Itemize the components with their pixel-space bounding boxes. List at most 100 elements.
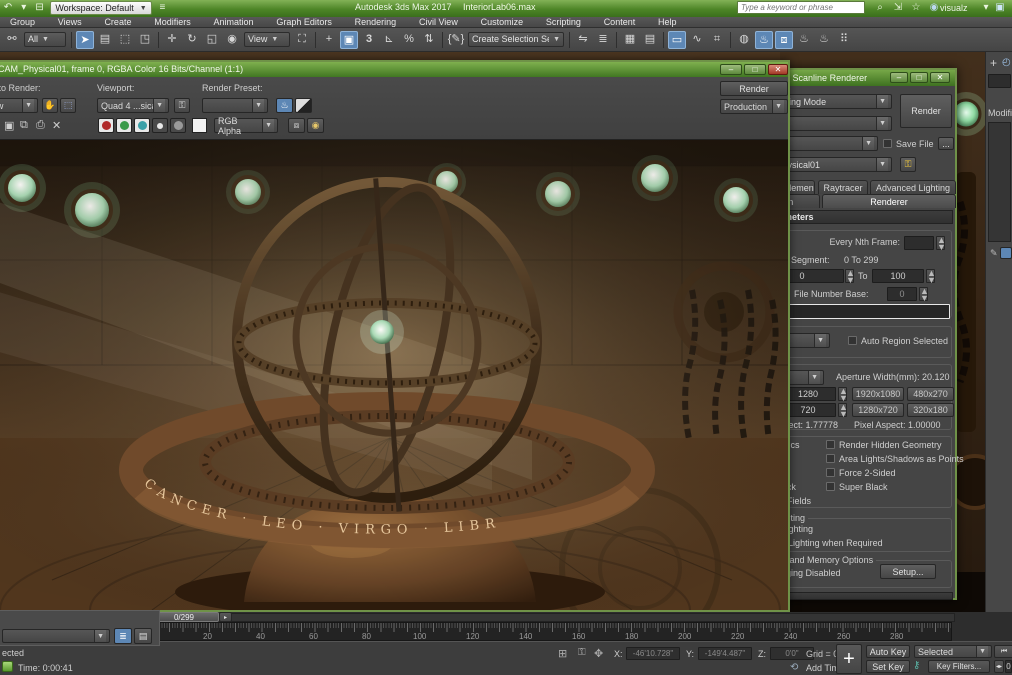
time-tag-icon[interactable]: ⟲ <box>790 662 798 673</box>
bitmap-setup-button[interactable]: Setup... <box>880 564 936 579</box>
selection-set-dropdown[interactable]: Selected ▼ <box>914 645 992 658</box>
file-number-base-spinner[interactable]: ▲ ▼ <box>919 287 929 303</box>
object-name-field[interactable] <box>988 74 1011 88</box>
selection-lock-icon[interactable]: ⚿ <box>578 647 586 658</box>
mirror-icon[interactable]: ⇋ <box>574 31 592 49</box>
select-by-name-icon[interactable]: ▤ <box>96 31 114 49</box>
time-slider-track[interactable] <box>110 613 955 622</box>
size-1280x720-button[interactable]: 1280x720 <box>852 403 904 417</box>
select-and-move-icon[interactable]: ✛ <box>163 31 181 49</box>
every-nth-frame-field[interactable] <box>904 236 934 250</box>
layer-manager-icon[interactable]: ▦ <box>621 31 639 49</box>
rfw-titlebar[interactable]: CAM_Physical01, frame 0, RGBA Color 16 B… <box>0 62 788 77</box>
align-icon[interactable]: ≣ <box>594 31 612 49</box>
auto-region-checkbox[interactable] <box>848 336 857 345</box>
tab-raytracer[interactable]: Raytracer <box>818 180 868 194</box>
edit-named-selections-icon[interactable]: {✎} <box>447 31 465 49</box>
snapshot-icon[interactable]: ◉ <box>307 118 324 133</box>
auto-region-icon[interactable]: ⬚ <box>60 98 76 113</box>
close-icon[interactable]: ✕ <box>930 72 950 83</box>
tab-renderer[interactable]: Renderer <box>822 194 956 208</box>
alpha-channel-button[interactable] <box>152 118 168 133</box>
select-and-rotate-icon[interactable]: ↻ <box>183 31 201 49</box>
width-spinner[interactable]: ▲ ▼ <box>838 387 848 403</box>
search-input[interactable] <box>737 1 865 14</box>
selection-region-icon[interactable]: ⬚ <box>116 31 134 49</box>
x-field[interactable]: -46'10.728" <box>626 647 680 660</box>
red-channel-button[interactable] <box>98 118 114 133</box>
select-object-icon[interactable]: ➤ <box>76 30 94 49</box>
viewport-dropdown[interactable]: Quad 4 ...sical01▼ <box>97 98 169 113</box>
render-settings-teapot-icon[interactable]: ♨ <box>276 98 293 113</box>
auto-key-button[interactable]: Auto Key <box>866 645 910 658</box>
rfw-minimize-button[interactable]: – <box>720 64 742 75</box>
set-key-button[interactable]: Set Key <box>866 660 910 673</box>
track-bar-ruler[interactable]: 20 40 60 80 100 120 140 160 180 200 220 … <box>132 622 952 641</box>
minimize-button[interactable]: – <box>890 72 908 83</box>
lock-view-icon[interactable]: ⚿ <box>900 157 916 172</box>
absolute-mode-icon[interactable]: ✥ <box>594 647 603 660</box>
rendered-frame-window-icon[interactable]: ⧈ <box>775 30 793 49</box>
channel-display-dropdown[interactable]: RGB Alpha ▼ <box>214 116 278 136</box>
spinner-snap-icon[interactable]: ⇅ <box>420 31 438 49</box>
range-to-field[interactable]: 100 <box>872 269 924 283</box>
selection-filter-dropdown[interactable]: All ▼ <box>24 32 66 47</box>
menu-help[interactable]: Help <box>648 17 687 28</box>
clone-image-icon[interactable]: ⧉ <box>20 119 28 132</box>
menu-group[interactable]: Group <box>0 17 45 28</box>
curve-editor-icon[interactable]: ∿ <box>688 31 706 49</box>
blue-channel-button[interactable] <box>134 118 150 133</box>
select-manipulate-icon[interactable]: ▣ <box>340 30 358 49</box>
schematic-view-icon[interactable]: ⌗ <box>708 31 726 49</box>
modifier-list-label[interactable]: Modifier List <box>988 108 1012 118</box>
select-and-scale-icon[interactable]: ◱ <box>203 31 221 49</box>
material-editor-icon[interactable]: ◍ <box>735 31 753 49</box>
monochrome-button[interactable] <box>170 118 186 133</box>
window-crossing-icon[interactable]: ◳ <box>136 31 154 49</box>
frame-spinner[interactable]: ◂▸ <box>994 660 1004 673</box>
open-file-icon[interactable]: ⊟ <box>32 0 48 15</box>
environment-toggle-icon[interactable] <box>295 98 312 113</box>
menu-animation[interactable]: Animation <box>204 17 264 28</box>
select-and-place-icon[interactable]: ◉ <box>223 31 241 49</box>
modifier-stack[interactable] <box>988 122 1011 242</box>
reference-coordinate-dropdown[interactable]: View ▼ <box>244 32 290 47</box>
file-number-base-field[interactable]: 0 <box>887 287 917 301</box>
render-preset-dropdown[interactable]: ▼ <box>202 98 268 113</box>
clear-image-icon[interactable]: ✕ <box>52 119 61 132</box>
mini-panel-dropdown[interactable]: ▼ <box>2 629 110 643</box>
height-spinner[interactable]: ▲ ▼ <box>838 403 848 419</box>
menu-content[interactable]: Content <box>594 17 646 28</box>
size-480x270-button[interactable]: 480x270 <box>907 387 954 401</box>
undo-icon[interactable]: ↶ <box>0 0 16 15</box>
rfw-target-dropdown[interactable]: Production ▼ <box>720 99 788 114</box>
next-frame-arrow[interactable]: ▸ <box>219 612 232 622</box>
render-setup-teapot-icon[interactable]: ♨ <box>755 30 773 49</box>
toolbar-menu-icon[interactable]: ≡ <box>154 0 170 15</box>
pin-stack-icon[interactable]: ✎ <box>990 248 998 259</box>
named-selection-dropdown[interactable]: Create Selection Se ▼ <box>468 32 564 47</box>
rfw-render-button[interactable]: Render <box>720 81 788 96</box>
menu-rendering[interactable]: Rendering <box>345 17 407 28</box>
every-nth-spinner[interactable]: ▲ ▼ <box>936 236 946 252</box>
go-to-start-button[interactable]: ⏮ <box>994 645 1012 658</box>
select-and-link-icon[interactable]: ⚯ <box>3 31 21 49</box>
create-tab-icon[interactable]: + <box>990 56 997 70</box>
stack-button[interactable] <box>1000 247 1012 259</box>
render-button[interactable]: Render <box>900 94 952 128</box>
render-iterative-teapot-icon[interactable]: ♨ <box>815 31 833 49</box>
scene-explorer-icon[interactable]: ▤ <box>641 31 659 49</box>
print-image-icon[interactable]: ⎙ <box>36 119 45 132</box>
mini-panel-filter-icon[interactable]: ▤ <box>134 628 152 644</box>
menu-graph-editors[interactable]: Graph Editors <box>266 17 342 28</box>
size-320x180-button[interactable]: 320x180 <box>907 403 954 417</box>
save-file-checkbox[interactable] <box>883 139 892 148</box>
menu-scripting[interactable]: Scripting <box>536 17 591 28</box>
range-from-spinner[interactable]: ▲ ▼ <box>845 269 855 285</box>
layer-compare-icon[interactable]: ⧈ <box>288 118 305 133</box>
mini-panel-list-icon[interactable]: ≣ <box>114 628 132 644</box>
rfw-close-icon[interactable]: ✕ <box>768 64 788 75</box>
menu-modifiers[interactable]: Modifiers <box>144 17 201 28</box>
exchange-icon[interactable]: ⇲ <box>890 0 906 15</box>
crosshair-icon[interactable]: + <box>320 31 338 49</box>
